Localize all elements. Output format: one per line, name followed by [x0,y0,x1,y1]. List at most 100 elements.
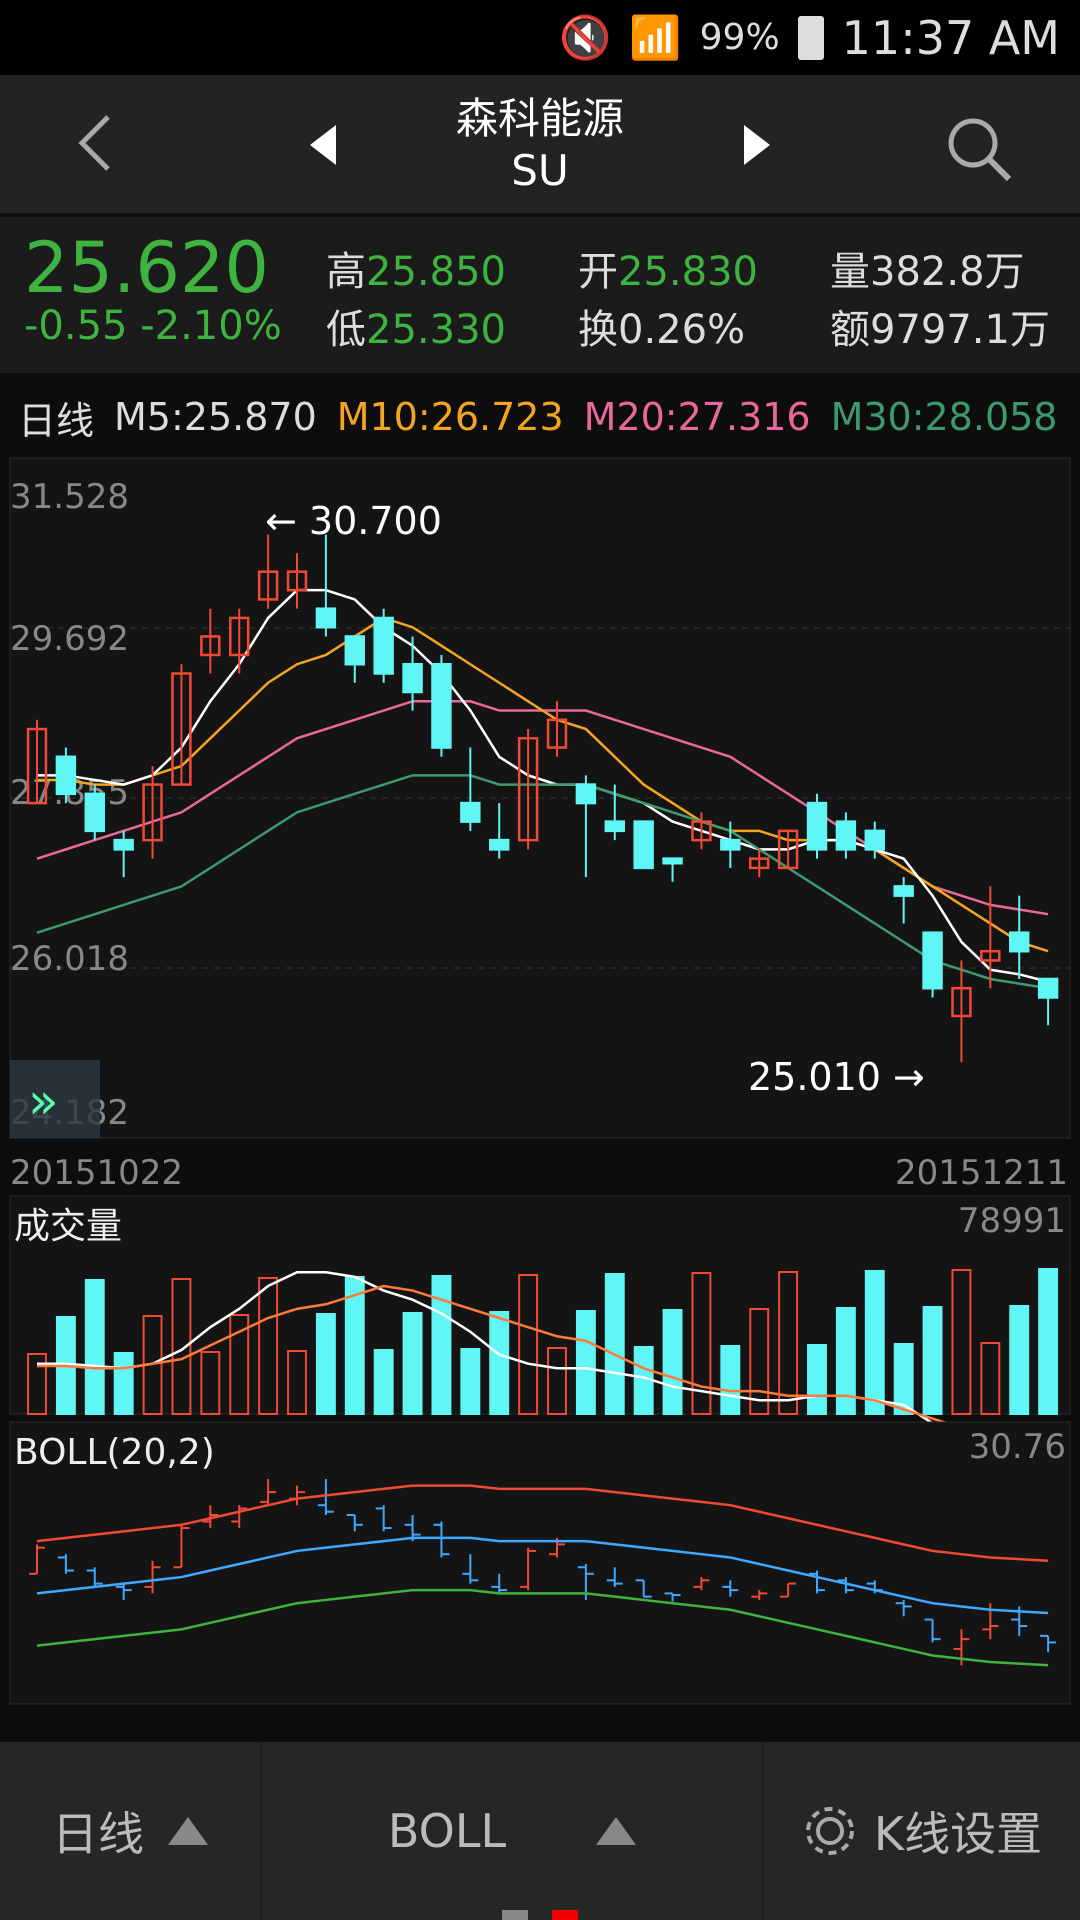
start-date: 20151022 [10,1153,183,1193]
max-price-label: ← 30.700 [265,499,442,543]
settings-label: K线设置 [873,1807,1043,1861]
min-price-label: 25.010 → [748,1055,925,1099]
indicator-selector[interactable]: BOLL [262,1742,764,1920]
candle-body [315,607,337,629]
y-tick-2: 29.692 [10,619,129,659]
candle-body [1037,977,1059,999]
candle-body [55,755,77,796]
ma20-value: M20:27.316 [583,395,811,439]
volume-bar [720,1345,741,1415]
indicator-arrow-icon [596,1817,637,1845]
low-value: 25.330 [366,307,506,353]
previous-stock-icon[interactable] [308,123,338,167]
volume-bar [460,1348,481,1415]
ma-period: 日线 [18,398,95,443]
candle-body [113,838,134,851]
amount-value: 9797.1万 [870,307,1050,353]
candle-body [1009,931,1030,953]
clock: 11:37 AM [841,10,1060,65]
volume-bar [807,1344,827,1415]
volume-bar [402,1312,423,1415]
quote-panel: 25.620 -0.55 -2.10% 高25.850 低25.330 开25.… [0,217,1080,373]
top-nav: 森科能源 SU [0,75,1080,215]
volume-max: 78991 [958,1201,1066,1241]
volume-bar [84,1279,105,1415]
candle-body [402,662,423,694]
open-value: 25.830 [618,249,758,295]
boll-title: BOLL(20,2) [14,1432,215,1473]
status-bar: 🔇 📶 99% 11:37 AM [0,0,1080,75]
high-value: 25.850 [366,249,506,295]
candle-body [893,885,914,897]
wifi-icon: 📶 [629,12,682,62]
end-date: 20151211 [895,1153,1068,1193]
volume-label: 量 [830,249,870,295]
high-label: 高 [326,249,366,295]
open-label: 开 [578,249,618,295]
volume-title: 成交量 [14,1206,122,1247]
nav-indicator-active [552,1910,578,1920]
volume-bar [575,1310,596,1415]
candle-body [431,662,452,749]
back-icon[interactable] [70,113,130,173]
last-price: 25.620 [24,227,269,309]
kline-chart[interactable]: 31.528 29.692 27.855 26.018 24.182 ← 30.… [0,452,1080,1742]
candle-body [84,792,105,833]
candle-body [662,857,683,865]
period-selector[interactable]: 日线 [0,1742,262,1920]
volume-bar [315,1313,336,1415]
volume-bar [489,1311,510,1415]
candle-body [720,838,741,851]
ma5-value: M5:25.870 [114,395,317,439]
candle-body [460,801,481,823]
volume-bar [922,1306,943,1415]
candle-body [344,635,365,666]
open-field: 开25.830 [578,239,758,297]
bottom-toolbar: 日线 BOLL K线设置 [0,1742,1080,1920]
search-icon[interactable] [945,115,1015,185]
candle-body [575,783,597,805]
volume-bar [113,1352,134,1415]
ma30-value: M30:28.058 [830,395,1058,439]
battery-icon [797,15,824,60]
expand-icon: » [28,1072,59,1130]
low-label: 低 [326,307,366,353]
volume-bar [373,1349,394,1415]
turnover-value: 0.26% [618,307,746,353]
amount-label: 额 [830,307,870,353]
ma-legend: 日线 M5:25.870 M10:26.723 M20:27.316 M30:2… [0,382,1080,452]
boll-max: 30.76 [969,1427,1066,1467]
volume-bar [1038,1268,1059,1415]
kline-settings-button[interactable]: K线设置 [764,1742,1080,1920]
volume-bar [835,1307,856,1415]
volume-field: 量382.8万 [830,239,1025,297]
low-field: 低25.330 [326,297,506,355]
gear-icon [805,1807,854,1855]
turnover-label: 换 [578,307,618,353]
y-tick-1: 31.528 [10,477,129,517]
mute-icon: 🔇 [559,12,612,62]
volume-bar [662,1309,683,1415]
next-stock-icon[interactable] [742,123,772,167]
candle-body [806,801,828,851]
candle-body [373,616,394,675]
amount-field: 额9797.1万 [830,297,1050,355]
period-label: 日线 [52,1807,144,1861]
volume-value: 382.8万 [870,249,1025,295]
nav-indicator [502,1910,528,1920]
candle-body [633,820,654,870]
high-field: 高25.850 [326,239,506,297]
volume-bar [1009,1305,1030,1415]
stock-name: 森科能源 [455,94,624,143]
ma10-value: M10:26.723 [336,395,564,439]
volume-bar [604,1273,625,1415]
candle-body [489,838,510,851]
price-change: -0.55 -2.10% [24,303,282,349]
candle-body [864,829,885,851]
candle-body [604,820,625,833]
period-arrow-icon [168,1817,208,1845]
indicator-label: BOLL [387,1804,507,1858]
stock-title: 森科能源 SU [340,93,740,197]
turnover-field: 换0.26% [578,297,745,355]
candle-body [922,931,943,990]
